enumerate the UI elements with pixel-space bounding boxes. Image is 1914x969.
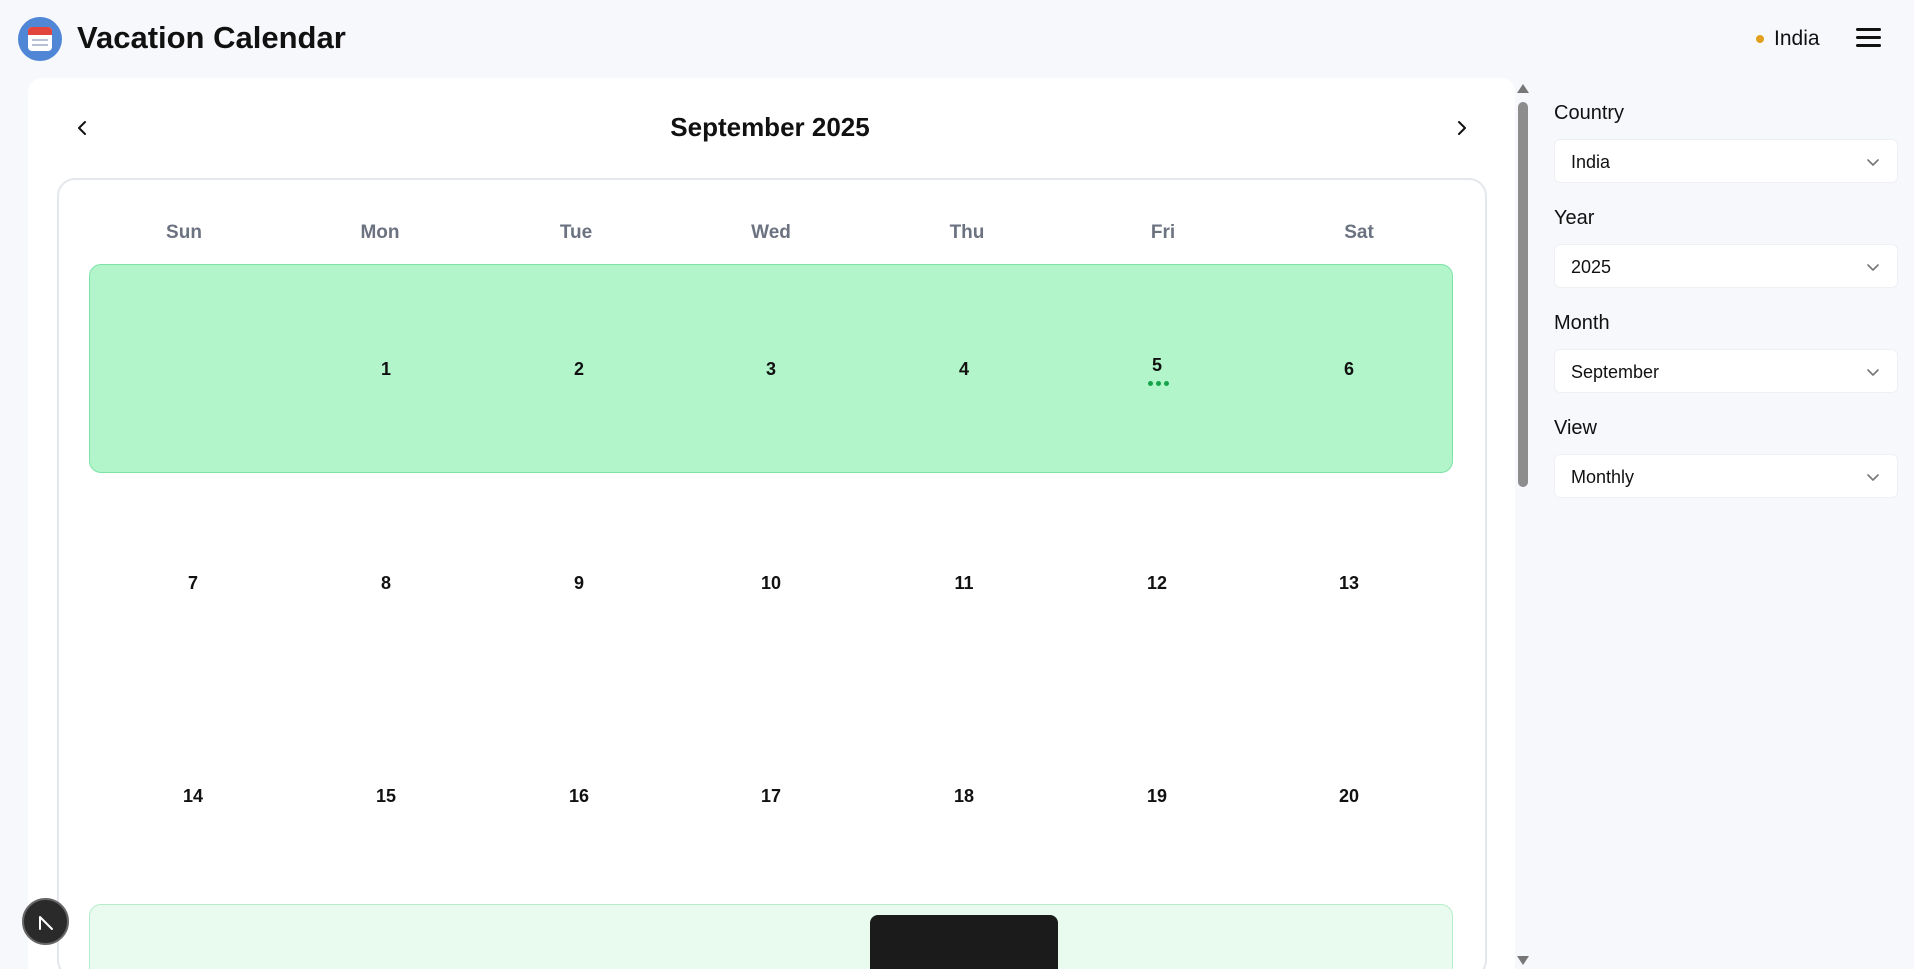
status-dot-icon bbox=[1756, 35, 1764, 43]
country-indicator[interactable]: India bbox=[1756, 27, 1820, 51]
day-cell[interactable]: 4 bbox=[934, 359, 994, 380]
weekday-header: Sun bbox=[166, 222, 202, 243]
day-cell[interactable]: 12 bbox=[1127, 573, 1187, 594]
day-cell[interactable]: 15 bbox=[356, 786, 416, 807]
day-cell[interactable]: 14 bbox=[163, 786, 223, 807]
year-select[interactable]: 2025 bbox=[1554, 244, 1898, 288]
chevron-left-icon bbox=[78, 121, 86, 135]
day-cell[interactable]: 2 bbox=[549, 359, 609, 380]
scroll-down-icon[interactable] bbox=[1517, 956, 1529, 965]
day-cell[interactable]: 6 bbox=[1319, 359, 1379, 380]
day-cell[interactable]: 7 bbox=[163, 573, 223, 594]
day-cell[interactable]: 10 bbox=[741, 573, 801, 594]
chevron-down-icon bbox=[1867, 264, 1879, 271]
view-select[interactable]: Monthly bbox=[1554, 454, 1898, 498]
day-cell[interactable]: 9 bbox=[549, 573, 609, 594]
chevron-down-icon bbox=[1867, 369, 1879, 376]
scroll-up-icon[interactable] bbox=[1517, 84, 1529, 93]
country-label: Country bbox=[1554, 102, 1625, 124]
weekday-header: Sat bbox=[1344, 222, 1374, 243]
scrollbar-thumb[interactable] bbox=[1518, 102, 1528, 487]
app-header: Vacation Calendar India bbox=[0, 0, 1914, 78]
view-label: View bbox=[1554, 417, 1597, 439]
prev-month-button[interactable] bbox=[70, 113, 94, 143]
month-label: Month bbox=[1554, 312, 1610, 334]
country-select[interactable]: India bbox=[1554, 139, 1898, 183]
chevron-right-icon bbox=[1458, 121, 1466, 135]
weekday-header: Wed bbox=[751, 222, 791, 243]
tooltip-panel bbox=[870, 915, 1058, 969]
day-cell[interactable]: 8 bbox=[356, 573, 416, 594]
day-cell[interactable]: 13 bbox=[1319, 573, 1379, 594]
view-select-value: Monthly bbox=[1571, 467, 1635, 487]
day-cell[interactable]: 1 bbox=[356, 359, 416, 380]
day-cell[interactable]: 17 bbox=[741, 786, 801, 807]
logo-n-icon bbox=[38, 915, 53, 930]
year-label: Year bbox=[1554, 207, 1595, 229]
app-title: Vacation Calendar bbox=[77, 20, 346, 55]
month-title: September 2025 bbox=[670, 112, 870, 142]
weekday-header: Mon bbox=[360, 222, 400, 243]
country-indicator-label: India bbox=[1774, 27, 1820, 50]
year-select-value: 2025 bbox=[1571, 257, 1612, 277]
month-select-value: September bbox=[1571, 362, 1660, 382]
day-cell[interactable]: 3 bbox=[741, 359, 801, 380]
weekday-header: Tue bbox=[559, 222, 593, 243]
next-month-button[interactable] bbox=[1450, 113, 1474, 143]
day-cell[interactable]: 5 bbox=[1127, 355, 1187, 376]
day-cell[interactable]: 11 bbox=[934, 573, 994, 594]
day-cell[interactable]: 19 bbox=[1127, 786, 1187, 807]
floating-action-button[interactable] bbox=[22, 898, 69, 945]
day-cell[interactable]: 20 bbox=[1319, 786, 1379, 807]
weekday-header: Fri bbox=[1150, 222, 1176, 243]
hamburger-menu-icon[interactable] bbox=[1856, 28, 1881, 48]
event-indicator-icon bbox=[1148, 381, 1169, 386]
weekday-header: Thu bbox=[949, 222, 985, 243]
chevron-down-icon bbox=[1867, 159, 1879, 166]
chevron-down-icon bbox=[1867, 474, 1879, 481]
day-cell[interactable]: 16 bbox=[549, 786, 609, 807]
calendar-icon bbox=[18, 17, 62, 61]
month-select[interactable]: September bbox=[1554, 349, 1898, 393]
country-select-value: India bbox=[1571, 152, 1611, 172]
day-cell[interactable]: 18 bbox=[934, 786, 994, 807]
highlighted-week bbox=[89, 904, 1453, 969]
